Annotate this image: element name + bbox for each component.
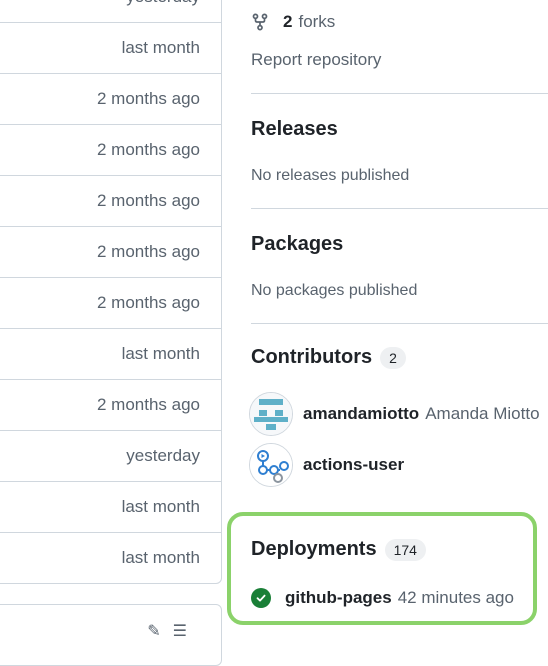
- releases-heading[interactable]: Releases: [251, 118, 338, 141]
- deployment-time: 42 minutes ago: [397, 588, 514, 607]
- commit-time: 2 months ago: [96, 395, 200, 414]
- table-row[interactable]: last month: [0, 328, 221, 379]
- readme-box: ✎☰: [0, 604, 222, 666]
- deployments-title: Deployments: [251, 538, 377, 560]
- commit-time: last month: [121, 497, 200, 516]
- identicon-icon: [250, 393, 292, 435]
- releases-title: Releases: [251, 118, 338, 140]
- deployment-environment-link[interactable]: github-pages: [285, 588, 392, 608]
- contributors-count-badge: 2: [380, 346, 406, 369]
- no-releases-text: No releases published: [251, 167, 410, 184]
- deployments-heading[interactable]: Deployments 174: [251, 538, 426, 561]
- table-row[interactable]: last month: [0, 481, 221, 532]
- contributor-login[interactable]: amandamiotto: [303, 404, 419, 424]
- forks-count: 2: [283, 12, 293, 31]
- commit-time: 2 months ago: [96, 89, 200, 108]
- report-repository-link[interactable]: Report repository: [251, 50, 381, 70]
- table-row[interactable]: yesterday: [0, 0, 221, 22]
- contributor-login[interactable]: actions-user: [303, 455, 404, 475]
- commit-time: 2 months ago: [96, 242, 200, 261]
- commit-time: 2 months ago: [96, 293, 200, 312]
- divider: [251, 93, 548, 94]
- table-row[interactable]: last month: [0, 22, 221, 73]
- contributor-item[interactable]: amandamiotto Amanda Miotto: [249, 392, 540, 436]
- commit-time: yesterday: [126, 446, 200, 465]
- table-row[interactable]: yesterday: [0, 430, 221, 481]
- table-row[interactable]: 2 months ago: [0, 73, 221, 124]
- deployments-highlight-box: [227, 512, 537, 625]
- commit-time: yesterday: [126, 0, 200, 7]
- commit-time: 2 months ago: [96, 191, 200, 210]
- packages-heading[interactable]: Packages: [251, 233, 343, 256]
- deployment-item[interactable]: github-pages 42 minutes ago: [251, 588, 514, 608]
- packages-title: Packages: [251, 233, 344, 255]
- commit-time: 2 months ago: [96, 140, 200, 159]
- commit-time: last month: [121, 344, 200, 363]
- contributors-title: Contributors: [251, 346, 373, 368]
- forks-link[interactable]: 2 forks: [251, 12, 335, 32]
- avatar[interactable]: [249, 443, 293, 487]
- forks-label: forks: [298, 12, 336, 31]
- table-row[interactable]: 2 months ago: [0, 277, 221, 328]
- table-row[interactable]: 2 months ago: [0, 175, 221, 226]
- table-row[interactable]: last month: [0, 532, 221, 583]
- file-list-table: yesterday last month 2 months ago 2 mont…: [0, 0, 222, 584]
- commit-time: last month: [121, 38, 200, 57]
- fork-icon: [252, 13, 268, 31]
- table-row[interactable]: 2 months ago: [0, 379, 221, 430]
- table-row[interactable]: 2 months ago: [0, 226, 221, 277]
- table-row[interactable]: 2 months ago: [0, 124, 221, 175]
- divider: [251, 323, 548, 324]
- deployments-count-badge: 174: [384, 538, 426, 561]
- avatar[interactable]: [249, 392, 293, 436]
- no-packages-text: No packages published: [251, 282, 418, 299]
- contributors-heading[interactable]: Contributors 2: [251, 346, 406, 369]
- commit-time: last month: [121, 548, 200, 567]
- readme-toolbar: ✎☰: [147, 621, 199, 641]
- success-check-icon: [251, 588, 271, 608]
- contributor-item[interactable]: actions-user: [249, 443, 410, 487]
- actions-bot-icon: [250, 444, 292, 486]
- divider: [251, 208, 548, 209]
- contributor-name: Amanda Miotto: [425, 404, 540, 423]
